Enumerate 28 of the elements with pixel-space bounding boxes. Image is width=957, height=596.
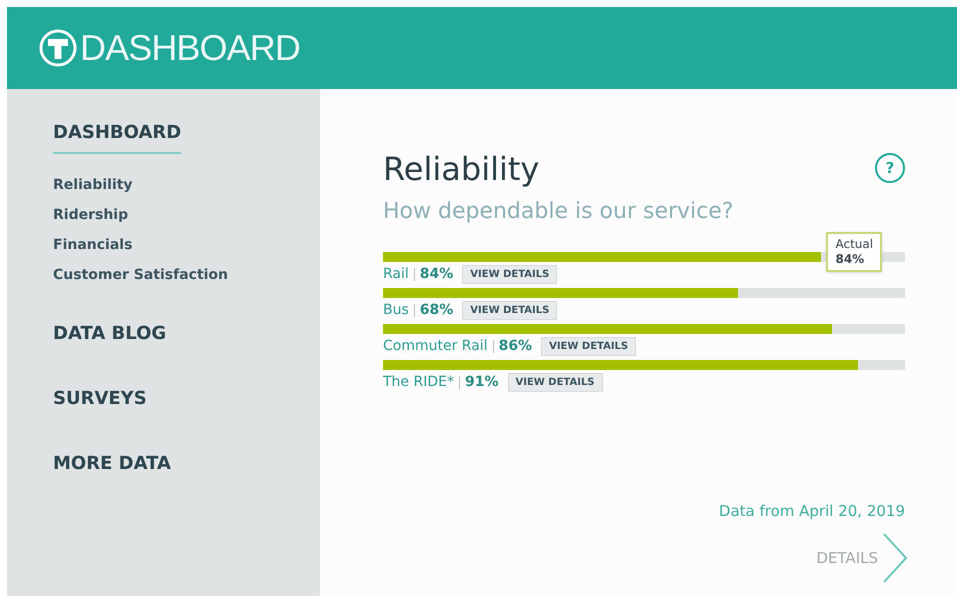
nav-link[interactable]: Financials — [53, 230, 132, 260]
nav-heading[interactable]: SURVEYS — [53, 385, 147, 420]
app-title: DASHBOARD — [80, 26, 300, 70]
percent-value: 86% — [498, 336, 532, 356]
percent-value: 84% — [420, 264, 454, 284]
percent-value: 68% — [420, 300, 454, 320]
nav-heading[interactable]: DASHBOARD — [53, 119, 182, 154]
route-name: Commuter Rail — [383, 336, 488, 356]
percent-value: 91% — [464, 372, 498, 392]
route-name: The RIDE* — [383, 372, 454, 392]
view-details-button[interactable]: VIEW DETAILS — [508, 372, 603, 392]
logo-icon — [39, 29, 77, 67]
tooltip-label: Actual — [835, 237, 874, 252]
nav-link[interactable]: Reliability — [53, 170, 133, 200]
view-details-button[interactable]: VIEW DETAILS — [541, 336, 636, 356]
tooltip-value: 84% — [835, 252, 866, 267]
view-details-button[interactable]: VIEW DETAILS — [462, 264, 558, 284]
nav-link[interactable]: Ridership — [53, 200, 128, 230]
route-name: Rail — [383, 264, 409, 284]
panel-subtitle: How dependable is our service? — [383, 198, 734, 226]
view-details-button[interactable]: VIEW DETAILS — [462, 300, 558, 320]
nav-heading[interactable]: DATA BLOG — [53, 320, 166, 355]
chevron-right-icon — [882, 532, 908, 584]
nav-heading[interactable]: MORE DATA — [53, 450, 171, 485]
nav-link[interactable]: Customer Satisfaction — [53, 260, 228, 290]
data-date: Data from April 20, 2019 — [718, 500, 905, 522]
panel-title: Reliability — [383, 153, 540, 185]
route-name: Bus — [383, 300, 409, 320]
